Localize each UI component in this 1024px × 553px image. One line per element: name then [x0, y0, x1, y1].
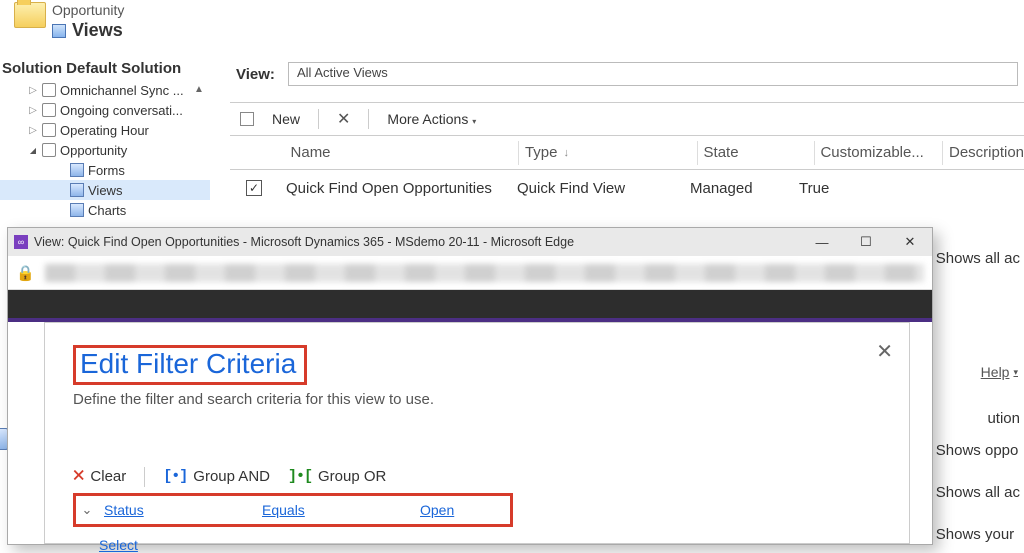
url-blurred [45, 264, 924, 282]
add-criteria-row[interactable]: Select [73, 537, 881, 553]
tree-item-opportunity[interactable]: Opportunity [0, 140, 210, 160]
form-icon [70, 163, 84, 177]
criteria-toolbar: 🗙 Clear [•] Group AND ]•[ Group OR [73, 464, 881, 489]
clear-label: Clear [90, 468, 126, 485]
delete-icon[interactable]: ✕ [337, 109, 350, 129]
col-state[interactable]: State [704, 144, 808, 161]
more-actions-button[interactable]: More Actions ▾ [387, 111, 476, 127]
tree-child-views[interactable]: Views [0, 180, 210, 200]
folder-icon [14, 2, 46, 28]
col-type[interactable]: Type ↓ [525, 144, 691, 161]
tree-label: Omnichannel Sync ... [60, 83, 184, 98]
divider [368, 109, 369, 129]
clear-button[interactable]: 🗙 Clear [73, 464, 126, 489]
criteria-row: ⌄ Status Equals Open [78, 502, 500, 518]
highlight-frame: Edit Filter Criteria [73, 345, 307, 385]
more-label: More Actions [387, 111, 468, 127]
cell-state: Managed [690, 180, 798, 197]
or-label: Group OR [318, 468, 386, 485]
solution-title: Solution Default Solution [0, 56, 210, 81]
col-type-label: Type [525, 144, 558, 161]
group-and-button[interactable]: [•] Group AND [163, 468, 270, 485]
views-label: Views [72, 20, 123, 41]
maximize-button[interactable]: ☐ [844, 228, 888, 256]
views-icon [70, 183, 84, 197]
tree-item[interactable]: Ongoing conversati... [0, 100, 210, 120]
grid-row[interactable]: ✓ Quick Find Open Opportunities Quick Fi… [230, 170, 1024, 206]
tree-label: Ongoing conversati... [60, 103, 183, 118]
entity-icon [42, 83, 56, 97]
entity-icon [42, 143, 56, 157]
chart-icon [70, 203, 84, 217]
divider [318, 109, 319, 129]
tree-child-charts[interactable]: Charts [0, 200, 210, 220]
tree-item[interactable]: Omnichannel Sync ... [0, 80, 210, 100]
edge-popup-window: View: Quick Find Open Opportunities - Mi… [7, 227, 933, 545]
nav-tree: ▲ Omnichannel Sync ... Ongoing conversat… [0, 80, 210, 220]
group-or-button[interactable]: ]•[ Group OR [288, 468, 386, 485]
desc-text: Shows oppo [936, 440, 1020, 460]
tree-label: Views [88, 183, 122, 198]
desc-text: Shows all ac [936, 482, 1020, 502]
select-link[interactable]: Select [99, 537, 138, 553]
cell-name: Quick Find Open Opportunities [286, 180, 516, 197]
row-menu-chevron[interactable]: ⌄ [78, 502, 96, 518]
dynamics-icon [14, 235, 28, 249]
row-checkbox[interactable]: ✓ [246, 180, 262, 196]
entity-label: Opportunity [52, 2, 124, 18]
col-name[interactable]: Name [291, 144, 512, 161]
col-description[interactable]: Description [949, 144, 1024, 161]
tree-label: Operating Hour [60, 123, 149, 138]
address-bar: 🔒 [8, 256, 932, 290]
scroll-up-icon[interactable]: ▲ [194, 84, 204, 94]
window-title: View: Quick Find Open Opportunities - Mi… [34, 235, 574, 249]
chevron-down-icon: ▾ [1013, 367, 1018, 378]
edit-filter-dialog: ✕ Edit Filter Criteria Define the filter… [44, 322, 910, 544]
app-ribbon [8, 290, 932, 322]
views-icon [52, 24, 66, 38]
operator-picker[interactable]: Equals [262, 502, 305, 518]
tree-child-forms[interactable]: Forms [0, 160, 210, 180]
dialog-close-icon[interactable]: ✕ [876, 339, 893, 364]
desc-tail: Shows oppo Shows all ac Shows your [936, 440, 1020, 544]
help-label: Help [981, 364, 1010, 380]
dialog-title: Edit Filter Criteria [80, 348, 296, 379]
header-entity: Opportunity Views [14, 2, 124, 41]
and-label: Group AND [193, 468, 270, 485]
grid-header: Name Type ↓ State Customizable... Descrip… [230, 136, 1024, 170]
highlight-frame: ⌄ Status Equals Open [73, 493, 513, 527]
description-fragments: Shows all ac [936, 234, 1020, 282]
cell-type: Quick Find View [517, 180, 689, 197]
desc-text: Shows all ac [936, 234, 1020, 282]
new-button[interactable]: New [272, 111, 300, 127]
entity-icon [42, 123, 56, 137]
minimize-button[interactable]: — [800, 228, 844, 256]
tree-item[interactable]: Operating Hour [0, 120, 210, 140]
value-picker[interactable]: Open [420, 502, 454, 518]
group-or-icon: ]•[ [288, 468, 312, 485]
close-button[interactable]: ✕ [888, 228, 932, 256]
desc-text: Shows your [936, 524, 1020, 544]
views-toolbar: New ✕ More Actions ▾ [230, 102, 1024, 136]
tree-label: Forms [88, 163, 125, 178]
clear-icon: 🗙 [73, 464, 84, 489]
entity-icon [42, 103, 56, 117]
cell-cust: True [799, 180, 919, 197]
lock-icon[interactable]: 🔒 [16, 264, 35, 282]
chevron-down-icon: ▾ [472, 117, 476, 126]
ution-fragment: ution [987, 406, 1020, 431]
new-icon [240, 112, 254, 126]
col-customizable[interactable]: Customizable... [820, 144, 936, 161]
view-picker[interactable]: All Active Views [288, 62, 1018, 86]
help-link[interactable]: Help▾ [981, 364, 1018, 380]
window-titlebar: View: Quick Find Open Opportunities - Mi… [8, 228, 932, 256]
field-picker[interactable]: Status [104, 502, 144, 518]
sort-down-icon: ↓ [563, 147, 569, 159]
group-and-icon: [•] [163, 468, 187, 485]
view-picker-label: View: [236, 66, 275, 83]
tree-label: Charts [88, 203, 126, 218]
dialog-subtitle: Define the filter and search criteria fo… [73, 391, 881, 408]
tree-label: Opportunity [60, 143, 127, 158]
